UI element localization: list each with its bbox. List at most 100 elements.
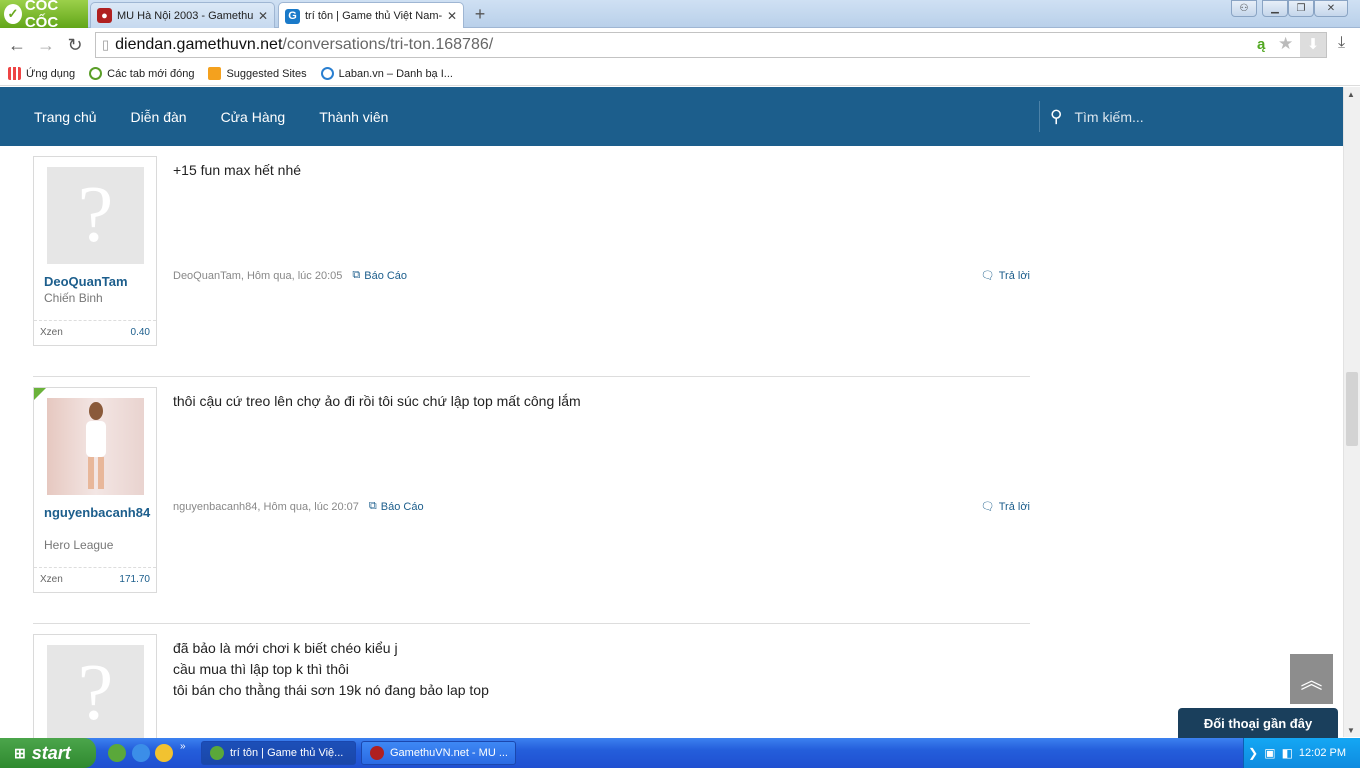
- volume-icon[interactable]: ◧: [1282, 746, 1293, 760]
- default-avatar[interactable]: ?: [47, 645, 144, 738]
- search-input[interactable]: Tìm kiếm...: [1074, 109, 1143, 125]
- task-label: GamethuVN.net - MU ...: [390, 747, 508, 759]
- person-figure-icon: [85, 401, 106, 489]
- message-post: ? DeoQuanTam Chiến Binh Xzen 0.40 +15 fu…: [33, 156, 1030, 356]
- xzen-value: 171.70: [119, 574, 150, 585]
- url-host: diendan.gamethuvn.net: [115, 36, 283, 53]
- scrollbar-thumb[interactable]: [1346, 372, 1358, 446]
- bookmark-label: Laban.vn – Danh bạ I...: [338, 67, 453, 80]
- tab-title: MU Hà Nội 2003 - GamethuVN: [117, 9, 253, 22]
- tray-expand-icon[interactable]: ❯: [1248, 746, 1258, 760]
- messenger-quicklaunch-icon[interactable]: [155, 744, 173, 762]
- forward-button[interactable]: →: [35, 34, 57, 56]
- new-tab-button[interactable]: +: [470, 4, 490, 24]
- reply-link[interactable]: 🗨 Trả lời: [980, 500, 1030, 514]
- post-divider: [33, 376, 1030, 377]
- site-search[interactable]: ⚲ Tìm kiếm...: [1039, 101, 1144, 132]
- tab-mu-hanoi[interactable]: ● MU Hà Nội 2003 - GamethuVN ✕: [90, 2, 275, 28]
- bookmark-label: Suggested Sites: [226, 67, 307, 80]
- back-button[interactable]: ←: [6, 34, 28, 56]
- reply-link[interactable]: 🗨 Trả lời: [981, 269, 1030, 283]
- gamethuvn-favicon-icon: G: [285, 8, 300, 24]
- message-line: tôi bán cho thằng thái sơn 19k nó đang b…: [173, 682, 489, 698]
- download-arrow-icon[interactable]: ⬇: [1300, 33, 1326, 57]
- taskbar-item-browser[interactable]: trí tôn | Game thủ Việ...: [201, 741, 356, 765]
- nav-members[interactable]: Thành viên: [319, 109, 388, 125]
- quicklaunch-expand-icon[interactable]: »: [180, 741, 186, 752]
- network-icon[interactable]: ▣: [1264, 746, 1275, 760]
- bookmark-suggested-sites[interactable]: Suggested Sites: [208, 67, 307, 80]
- nav-home[interactable]: Trang chủ: [34, 109, 97, 125]
- author-date[interactable]: DeoQuanTam, Hôm qua, lúc 20:05: [173, 270, 342, 282]
- message-line: đã bảo là mới chơi k biết chéo kiểu j: [173, 640, 398, 656]
- coccoc-quicklaunch-icon[interactable]: [108, 744, 126, 762]
- message-body: +15 fun max hết nhé: [173, 160, 301, 181]
- message-post: nguyenbacanh84 Hero League Xzen 171.70 t…: [33, 387, 1030, 607]
- bookmark-label: Ứng dụng: [26, 67, 76, 80]
- url-path: /conversations/tri-ton.168786/: [282, 36, 494, 53]
- report-link[interactable]: ⧉ Báo Cáo: [369, 500, 424, 513]
- scroll-to-top-button[interactable]: ︽: [1290, 654, 1333, 704]
- laban-icon: [320, 67, 334, 80]
- scroll-down-icon[interactable]: ▼: [1347, 726, 1355, 735]
- report-icon: ⧉: [352, 269, 361, 281]
- double-chevron-up-icon: ︽: [1300, 668, 1323, 693]
- xzen-value: 0.40: [130, 327, 150, 338]
- start-label: start: [31, 742, 71, 763]
- tab-title: trí tôn | Game thủ Việt Nam-: [305, 10, 442, 22]
- taskbar-item-mu[interactable]: GamethuVN.net - MU ...: [361, 741, 516, 765]
- minimize-button[interactable]: ▁: [1262, 0, 1288, 17]
- site-navigation: Trang chủ Diễn đàn Cửa Hàng Thành viên ⚲…: [0, 87, 1343, 146]
- reply-icon: 🗨: [980, 501, 995, 513]
- address-bar[interactable]: ▯ diendan.gamethuvn.net/conversations/tr…: [95, 32, 1327, 58]
- start-button[interactable]: ⊞ start: [0, 738, 96, 768]
- bookmark-recent-tabs[interactable]: Các tab mới đóng: [89, 67, 194, 80]
- bookmark-star-icon[interactable]: ★: [1278, 34, 1293, 54]
- xzen-label: Xzen: [40, 574, 63, 585]
- message-meta: DeoQuanTam, Hôm qua, lúc 20:05 ⧉ Báo Cáo: [173, 269, 407, 282]
- message-line: cầu mua thì lập top k thì thôi: [173, 661, 349, 677]
- coccoc-logo-icon: ✓: [4, 4, 22, 24]
- reply-label: Trả lời: [998, 269, 1030, 282]
- username[interactable]: nguyenbacanh84: [44, 505, 152, 521]
- recent-conversations-button[interactable]: Đối thoại gần đây: [1178, 708, 1338, 738]
- coccoc-icon: [210, 746, 224, 760]
- tab-tri-ton[interactable]: G trí tôn | Game thủ Việt Nam- ✕: [278, 2, 464, 29]
- bookmark-laban[interactable]: Laban.vn – Danh bạ I...: [320, 67, 453, 80]
- close-window-button[interactable]: ✕: [1314, 0, 1348, 17]
- close-tab-icon[interactable]: ✕: [258, 9, 268, 23]
- downloads-icon[interactable]: ⤓: [1338, 34, 1345, 52]
- system-tray: ❯ ▣ ◧ 12:02 PM: [1243, 738, 1360, 768]
- user-card: nguyenbacanh84 Hero League Xzen 171.70: [33, 387, 157, 593]
- bookmark-apps[interactable]: Ứng dụng: [8, 67, 75, 80]
- nav-forums[interactable]: Diễn đàn: [131, 109, 187, 125]
- bookmark-label: Các tab mới đóng: [107, 67, 195, 80]
- default-avatar[interactable]: ?: [47, 167, 144, 264]
- message-meta: nguyenbacanh84, Hôm qua, lúc 20:07 ⧉ Báo …: [173, 500, 424, 513]
- report-icon: ⧉: [368, 500, 377, 512]
- ie-quicklaunch-icon[interactable]: [132, 744, 150, 762]
- profile-icon[interactable]: ⚇: [1231, 0, 1257, 17]
- user-card: ? DeoQuanTam Chiến Binh Xzen 0.40: [33, 156, 157, 346]
- restore-button[interactable]: ❐: [1288, 0, 1314, 17]
- browser-brand-logo[interactable]: ✓ CỐC CỐC: [0, 0, 88, 31]
- scroll-up-icon[interactable]: ▲: [1347, 90, 1355, 99]
- task-label: trí tôn | Game thủ Việ...: [230, 747, 344, 759]
- nav-store[interactable]: Cửa Hàng: [221, 109, 286, 125]
- user-avatar-photo[interactable]: [47, 398, 144, 495]
- message-line: thôi cậu cứ treo lên chợ ảo đi rồi tôi s…: [173, 393, 581, 409]
- post-divider: [33, 623, 1030, 624]
- username[interactable]: DeoQuanTam: [44, 274, 152, 290]
- author-date[interactable]: nguyenbacanh84, Hôm qua, lúc 20:07: [173, 501, 359, 513]
- search-icon: ⚲: [1050, 106, 1063, 126]
- online-indicator: [34, 388, 46, 400]
- close-tab-icon[interactable]: ✕: [447, 9, 457, 23]
- report-link[interactable]: ⧉ Báo Cáo: [352, 269, 407, 282]
- clock[interactable]: 12:02 PM: [1299, 747, 1346, 759]
- brand-label: CỐC CỐC: [24, 0, 59, 31]
- mu-favicon-icon: ●: [97, 8, 112, 23]
- suggested-sites-icon: [208, 67, 222, 80]
- vietnamese-input-icon[interactable]: ą: [1257, 36, 1265, 53]
- user-title: Hero League: [44, 538, 114, 552]
- reload-button[interactable]: ↻: [64, 34, 86, 56]
